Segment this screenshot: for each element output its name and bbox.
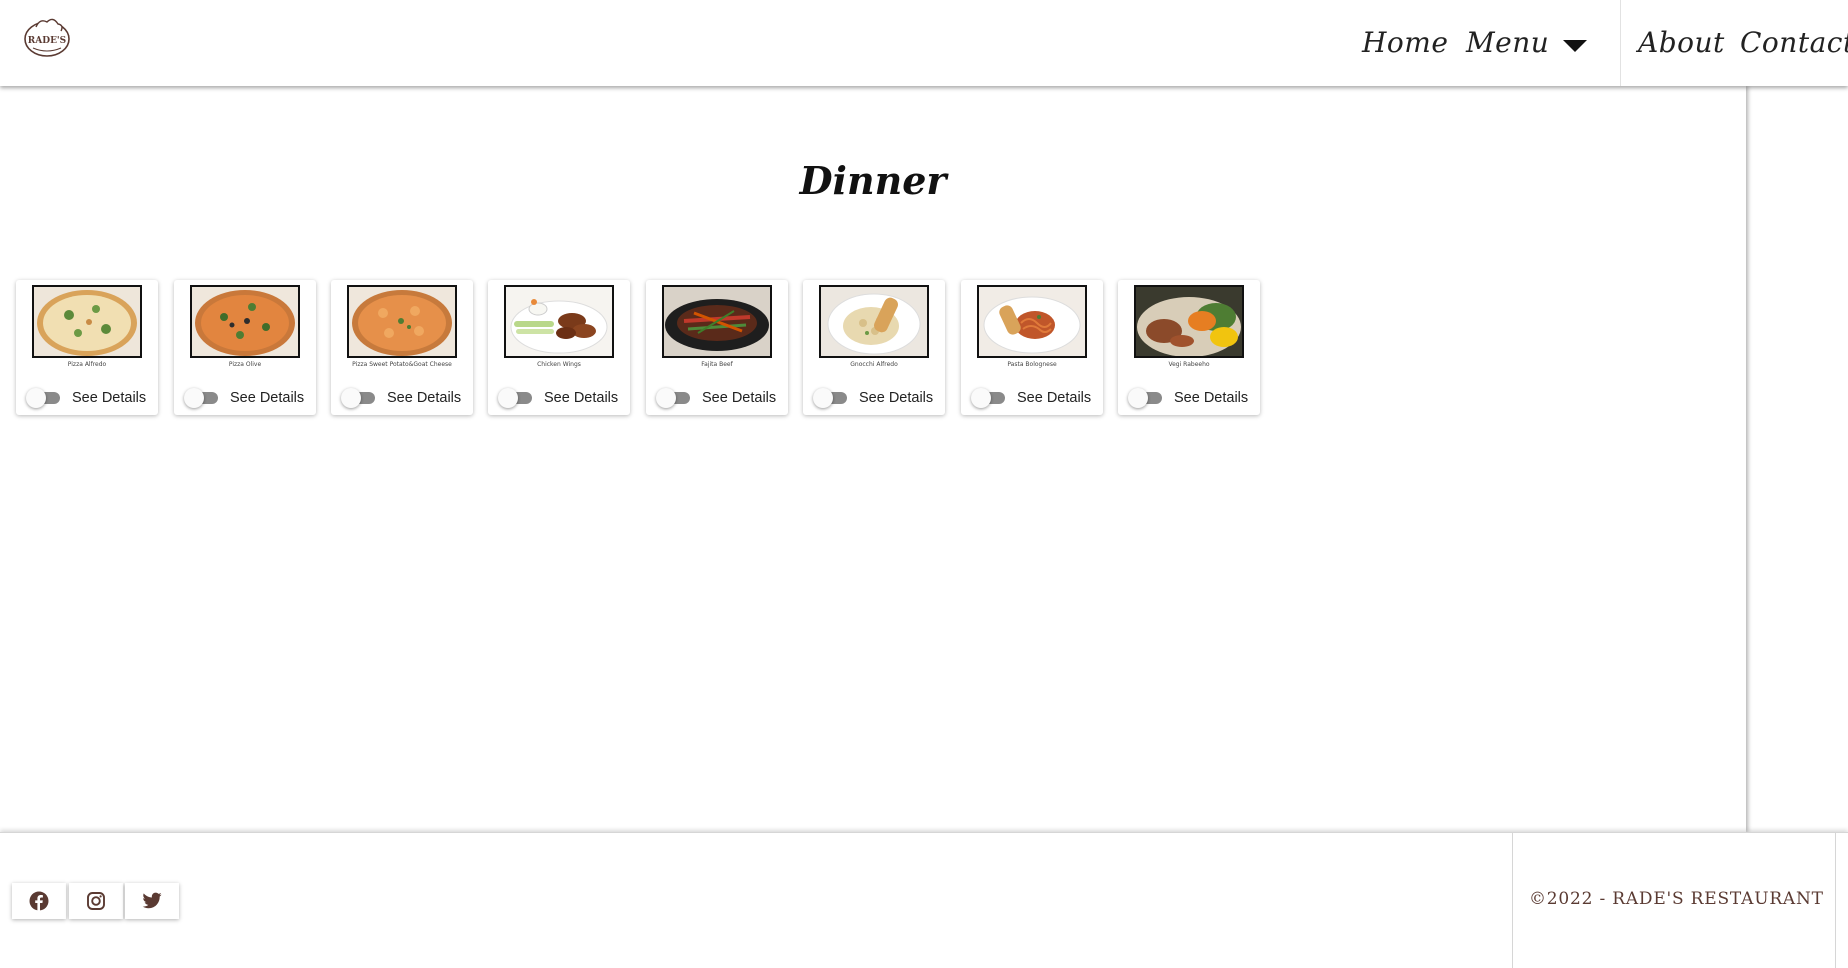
see-details-label: See Details	[72, 390, 147, 406]
nav-home-link[interactable]: Home	[1362, 18, 1448, 68]
see-details-label: See Details	[1174, 390, 1249, 406]
pasta-bolognese-image	[979, 287, 1085, 356]
instagram-icon	[87, 892, 105, 910]
dish-name: Pasta Bolognese	[1007, 361, 1057, 368]
chicken-wings-image	[506, 287, 612, 356]
footer: ©2022 - RADE'S RESTAURANT	[0, 832, 1848, 968]
dish-photo	[977, 285, 1087, 358]
toggle-knob	[1128, 388, 1148, 408]
see-details-label: See Details	[859, 390, 934, 406]
dish-name: Pizza Alfredo	[67, 361, 107, 368]
facebook-icon	[29, 891, 49, 911]
toggle-knob	[26, 388, 46, 408]
toggle-knob	[971, 388, 991, 408]
dish-card: Vegi Rabeeho See Details	[1118, 280, 1260, 415]
nav-menu-link[interactable]: Menu	[1466, 18, 1549, 68]
logo-emblem-icon: RADE'S	[24, 18, 70, 57]
instagram-button[interactable]	[69, 883, 123, 919]
dish-photo	[662, 285, 772, 358]
dish-card: Fajita Beef See Details	[646, 280, 788, 415]
page-title: Dinner	[799, 158, 947, 203]
toggle-knob	[813, 388, 833, 408]
dish-photo	[32, 285, 142, 358]
see-details-label: See Details	[230, 390, 305, 406]
toggle-knob	[184, 388, 204, 408]
dish-card: Pizza Olive See Details	[174, 280, 316, 415]
pizza-image	[192, 287, 298, 356]
see-details-label: See Details	[544, 390, 619, 406]
dish-card: Pizza Alfredo See Details	[16, 280, 158, 415]
twitter-button[interactable]	[125, 883, 179, 919]
see-details-toggle[interactable]	[971, 388, 1007, 408]
see-details-label: See Details	[702, 390, 777, 406]
dish-name: Vegi Rabeeho	[1168, 361, 1210, 368]
dish-card: Chicken Wings See Details	[488, 280, 630, 415]
dish-name: Pizza Olive	[228, 361, 262, 368]
fajita-beef-image	[664, 287, 770, 356]
see-details-toggle[interactable]	[184, 388, 220, 408]
copyright-text: ©2022 - RADE'S RESTAURANT	[1529, 889, 1824, 909]
nav-about-link[interactable]: About	[1638, 18, 1725, 68]
dish-photo	[819, 285, 929, 358]
twitter-icon	[142, 892, 162, 909]
see-details-label: See Details	[1017, 390, 1092, 406]
menu-dropdown-caret-icon[interactable]	[1562, 39, 1588, 53]
nav-divider	[1620, 0, 1621, 86]
dish-photo	[190, 285, 300, 358]
see-details-toggle[interactable]	[498, 388, 534, 408]
vegi-plate-image	[1136, 287, 1242, 356]
dish-photo	[504, 285, 614, 358]
see-details-toggle[interactable]	[1128, 388, 1164, 408]
dish-photo	[347, 285, 457, 358]
main-content: Dinner Pizza Alfredo See Details Pizza O…	[0, 86, 1746, 832]
dish-name: Fajita Beef	[701, 361, 733, 368]
facebook-button[interactable]	[12, 883, 66, 919]
toggle-knob	[498, 388, 518, 408]
see-details-toggle[interactable]	[656, 388, 692, 408]
dish-name: Gnocchi Alfredo	[850, 361, 898, 368]
see-details-label: See Details	[387, 390, 462, 406]
copyright-panel: ©2022 - RADE'S RESTAURANT	[1512, 833, 1836, 968]
dish-photo	[1134, 285, 1244, 358]
toggle-knob	[656, 388, 676, 408]
svg-text:RADE'S: RADE'S	[28, 36, 66, 46]
dish-card: Pizza Sweet Potato&Goat Cheese See Detai…	[331, 280, 473, 415]
toggle-knob	[341, 388, 361, 408]
nav-contact-link[interactable]: Contact	[1740, 18, 1848, 68]
dish-name: Pizza Sweet Potato&Goat Cheese	[352, 361, 452, 368]
gnocchi-image	[821, 287, 927, 356]
restaurant-logo[interactable]: RADE'S	[22, 15, 72, 59]
dish-card: Pasta Bolognese See Details	[961, 280, 1103, 415]
pizza-image	[34, 287, 140, 356]
dish-name: Chicken Wings	[537, 361, 581, 368]
see-details-toggle[interactable]	[341, 388, 377, 408]
page: RADE'S Home Menu About Contact Dinner Pi…	[0, 0, 1848, 968]
top-navbar: RADE'S Home Menu About Contact	[0, 0, 1848, 86]
dish-card: Gnocchi Alfredo See Details	[803, 280, 945, 415]
pizza-image	[349, 287, 455, 356]
see-details-toggle[interactable]	[813, 388, 849, 408]
see-details-toggle[interactable]	[26, 388, 62, 408]
